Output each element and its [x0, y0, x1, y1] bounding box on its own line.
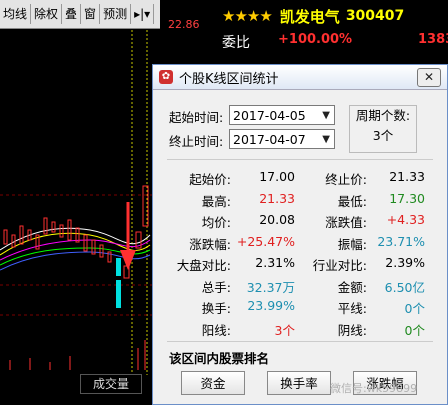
stat-label: 大盘对比:: [176, 258, 231, 273]
toolbar-ma-button[interactable]: 均线: [0, 4, 32, 24]
range-stats-dialog: ✿ 个股K线区间统计 ✕ 起始时间: 2017-04-05 ▼ 终止时间: 20…: [152, 64, 448, 405]
stock-name: 凯发电气: [279, 7, 340, 26]
period-count-box: 周期个数: 3个: [349, 105, 417, 153]
stat-value: +25.47%: [236, 233, 295, 249]
dialog-titlebar[interactable]: ✿ 个股K线区间统计 ✕: [153, 65, 447, 90]
ranking-title: 该区间内股票排名: [169, 351, 270, 366]
stock-header: ★★★★ 凯发电气 300407: [222, 4, 448, 28]
stat-value: 21.33: [389, 169, 425, 184]
stat-value: 2.31%: [255, 255, 295, 270]
period-count-label: 周期个数:: [355, 108, 411, 123]
rating-stars: ★★★★: [222, 7, 273, 25]
stat-value: 17.30: [389, 190, 425, 206]
stat-label: 起始价:: [189, 172, 231, 187]
stat-value: 6.50亿: [384, 279, 425, 295]
close-button[interactable]: ✕: [417, 68, 441, 87]
volume-label: 成交量: [80, 374, 142, 394]
end-time-label: 终止时间:: [169, 134, 224, 149]
stat-value: 3个: [274, 322, 295, 338]
stat-value: +4.33: [386, 212, 425, 227]
stat-value: 21.33: [259, 190, 295, 206]
chevron-down-icon: ▼: [322, 110, 330, 121]
divider: [167, 159, 433, 160]
divider: [167, 341, 433, 342]
stat-label: 最高:: [201, 193, 231, 209]
chevron-down-icon: ▼: [322, 134, 330, 145]
watermark-text: 微信号:wk59899: [330, 382, 418, 395]
stock-code: 300407: [345, 8, 405, 24]
toolbar-overlay-button[interactable]: 叠: [62, 4, 82, 24]
stat-label: 换手:: [201, 301, 231, 316]
toolbar-window-button[interactable]: 窗: [81, 4, 101, 24]
period-count-value: 3个: [372, 128, 394, 143]
app-logo-icon: ✿: [159, 70, 173, 84]
stat-label: 阳线:: [201, 322, 231, 338]
stat-value: 2.39%: [385, 255, 425, 270]
price-high-label: 22.86: [168, 18, 200, 31]
stat-value: 17.00: [259, 169, 295, 184]
dialog-title: 个股K线区间统计: [179, 71, 279, 87]
stat-value: 23.99%: [247, 298, 295, 313]
chart-toolbar: 均线 除权 叠 窗 预测 ▸|▾: [0, 0, 160, 29]
stat-value: 0个: [404, 301, 425, 316]
weibi-percent: +100.00%: [278, 32, 353, 47]
end-time-value: 2017-04-07: [233, 132, 306, 147]
stat-label: 涨跌幅:: [189, 236, 231, 252]
stat-label: 总手:: [201, 279, 231, 295]
kline-chart[interactable]: [0, 30, 160, 375]
weibi-value: 1383: [418, 32, 448, 47]
start-time-select[interactable]: 2017-04-05 ▼: [229, 105, 335, 125]
start-time-label: 起始时间:: [169, 110, 224, 125]
stat-label: 均价:: [201, 215, 231, 230]
rank-by-turnover-button[interactable]: 换手率: [267, 371, 331, 395]
start-time-value: 2017-04-05: [233, 108, 306, 123]
stat-value: 32.37万: [246, 279, 295, 295]
stat-value: 20.08: [259, 212, 295, 227]
stat-value: 23.71%: [377, 233, 425, 249]
stat-value: 0个: [404, 322, 425, 338]
toolbar-forecast-button[interactable]: 预测: [100, 4, 132, 24]
end-time-select[interactable]: 2017-04-07 ▼: [229, 129, 335, 149]
weibi-label: 委比: [222, 35, 250, 51]
toolbar-exright-button[interactable]: 除权: [31, 4, 63, 24]
toolbar-more-button[interactable]: ▸|▾: [131, 4, 155, 24]
rank-by-funds-button[interactable]: 资金: [181, 371, 245, 395]
